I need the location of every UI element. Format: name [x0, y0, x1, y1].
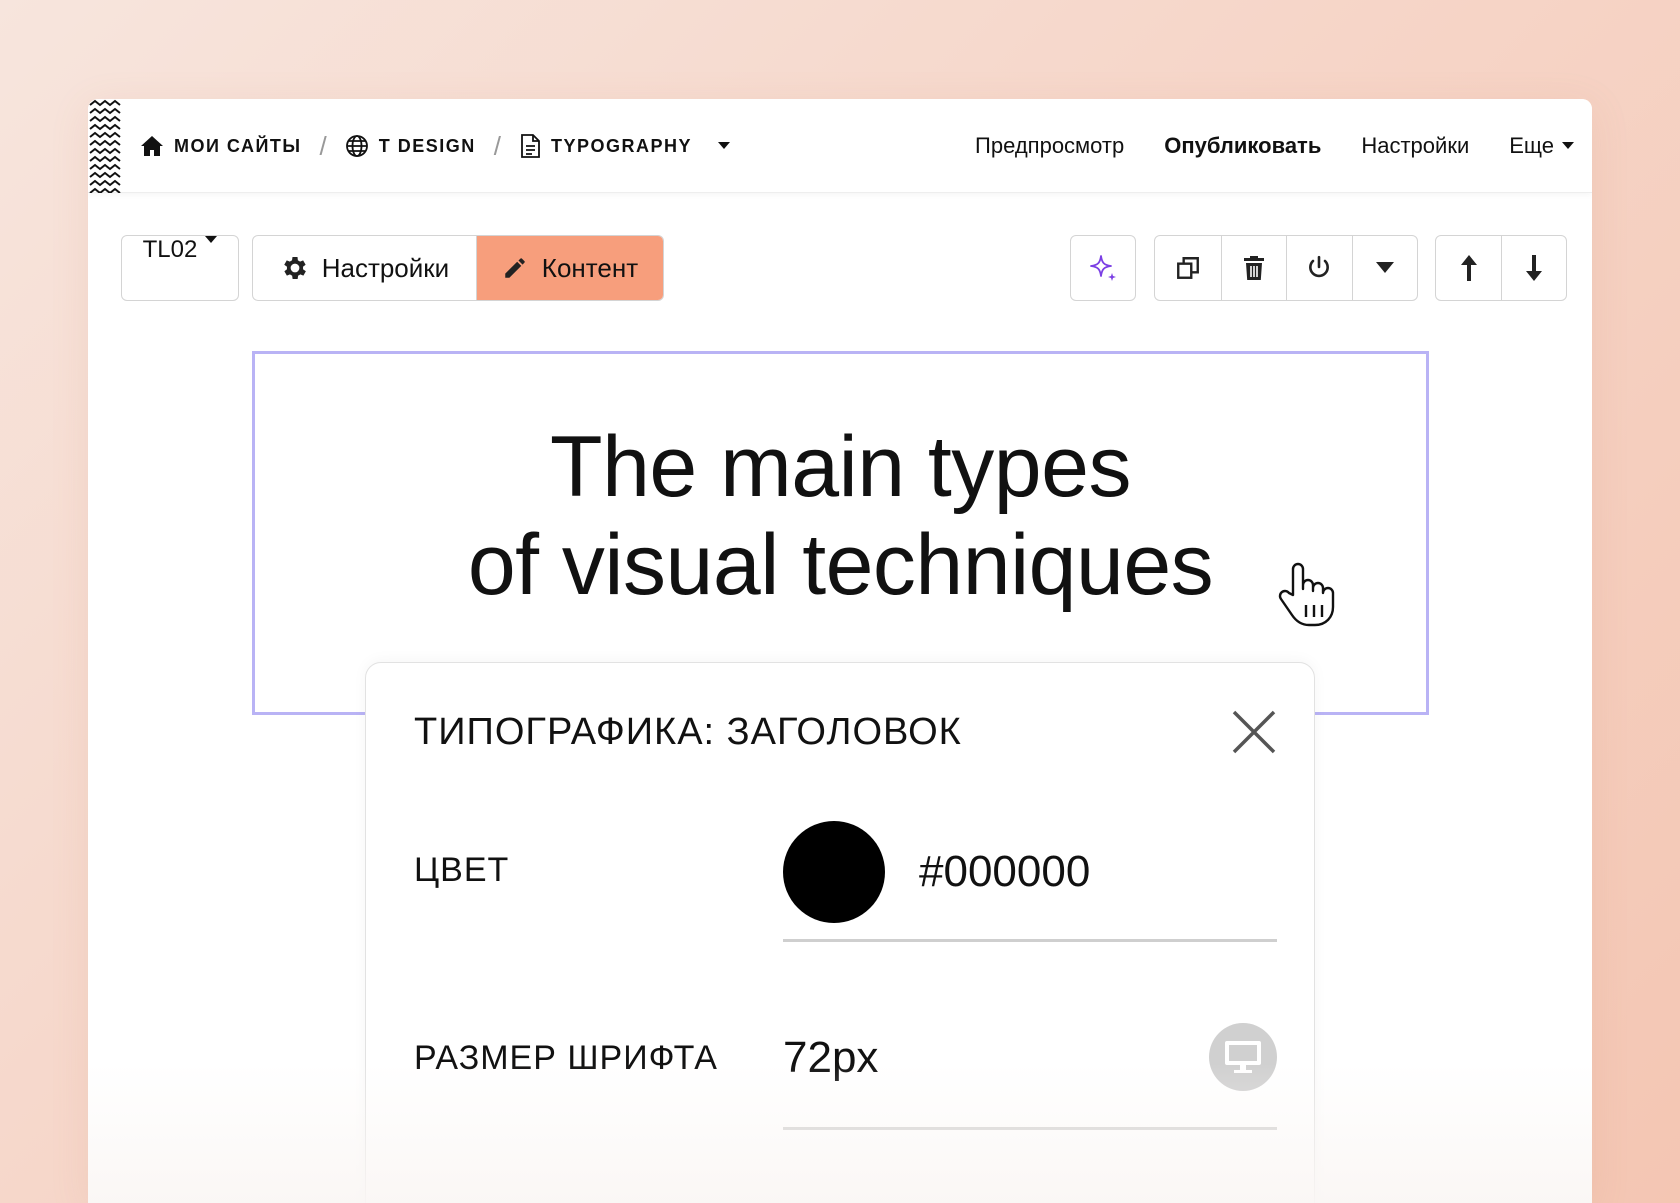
- breadcrumb-site[interactable]: T DESIGN: [345, 134, 476, 158]
- breadcrumb-label: TYPOGRAPHY: [551, 135, 693, 156]
- color-value-field[interactable]: #000000: [919, 847, 1090, 897]
- editor-window: МОИ САЙТЫ / T DESIGN / TYPOGRAPHY Предпр…: [88, 99, 1592, 1203]
- preview-link[interactable]: Предпросмотр: [975, 133, 1124, 159]
- desktop-icon: [1225, 1041, 1261, 1073]
- arrow-down-icon: [1526, 255, 1542, 281]
- font-size-field[interactable]: 72px: [783, 1033, 878, 1083]
- ai-assistant-button[interactable]: [1070, 235, 1136, 301]
- block-content-label: Контент: [541, 252, 639, 283]
- selected-heading-block[interactable]: The main types of visual techniques: [252, 351, 1429, 715]
- device-toggle-button[interactable]: [1209, 1023, 1277, 1091]
- block-code-dropdown[interactable]: TL02: [121, 235, 239, 301]
- breadcrumb-separator: /: [319, 130, 327, 161]
- publish-button[interactable]: Опубликовать: [1164, 133, 1321, 159]
- globe-icon: [345, 135, 368, 157]
- block-settings-label: Настройки: [321, 252, 450, 283]
- font-size-field-underline: [783, 1127, 1277, 1130]
- breadcrumb-page[interactable]: TYPOGRAPHY: [519, 134, 731, 158]
- panel-title: ТИПОГРАФИКА: ЗАГОЛОВОК: [414, 711, 962, 753]
- page-icon: [521, 134, 540, 158]
- font-size-label: РАЗМЕР ШРИФТА: [414, 1039, 718, 1077]
- typography-panel: ТИПОГРАФИКА: ЗАГОЛОВОК ЦВЕТ #000000 РАЗМ…: [365, 662, 1315, 1203]
- ai-sparkle-segment: [1071, 236, 1135, 300]
- breadcrumb-label: МОИ САЙТЫ: [174, 135, 302, 156]
- block-content-button[interactable]: Контент: [475, 236, 663, 300]
- duplicate-button[interactable]: [1155, 236, 1221, 300]
- breadcrumb-my-sites[interactable]: МОИ САЙТЫ: [140, 134, 302, 158]
- power-icon: [1309, 255, 1330, 278]
- more-menu[interactable]: Еще: [1509, 133, 1574, 159]
- gear-icon: [283, 257, 306, 279]
- trash-icon: [1243, 256, 1264, 280]
- more-label: Еще: [1509, 133, 1554, 158]
- breadcrumb-separator: /: [493, 130, 502, 161]
- toggle-visibility-button[interactable]: [1286, 236, 1352, 300]
- chevron-down-icon: [1562, 142, 1574, 149]
- breadcrumb: МОИ САЙТЫ / T DESIGN / TYPOGRAPHY: [140, 99, 731, 193]
- settings-link[interactable]: Настройки: [1361, 133, 1469, 159]
- top-nav: Предпросмотр Опубликовать Настройки Еще: [975, 99, 1574, 193]
- chevron-down-icon: [205, 236, 218, 243]
- close-icon[interactable]: [1231, 709, 1277, 755]
- chevron-down-icon[interactable]: [718, 142, 731, 150]
- top-bar: МОИ САЙТЫ / T DESIGN / TYPOGRAPHY Предпр…: [88, 99, 1592, 193]
- delete-button[interactable]: [1220, 236, 1287, 300]
- zigzag-decoration: [89, 99, 121, 193]
- move-block-group: [1435, 235, 1567, 301]
- heading-line-2: of visual techniques: [467, 517, 1214, 613]
- page-heading[interactable]: The main types of visual techniques: [255, 418, 1426, 614]
- block-mode-group: Настройки Контент: [252, 235, 664, 301]
- color-field-underline: [783, 939, 1277, 942]
- chevron-down-icon: [1375, 262, 1394, 273]
- pencil-icon: [505, 258, 525, 278]
- move-up-button[interactable]: [1436, 236, 1501, 300]
- duplicate-icon: [1176, 257, 1199, 279]
- home-icon: [141, 136, 163, 156]
- more-actions-dropdown[interactable]: [1351, 236, 1418, 300]
- breadcrumb-label: T DESIGN: [378, 135, 476, 156]
- heading-line-1: The main types: [550, 419, 1131, 515]
- color-label: ЦВЕТ: [414, 851, 510, 889]
- block-code-label: TL02: [142, 236, 198, 263]
- hand-cursor-icon: [1278, 562, 1335, 627]
- arrow-up-icon: [1460, 255, 1477, 281]
- move-down-button[interactable]: [1501, 236, 1566, 300]
- block-tools-group: [1154, 235, 1418, 301]
- block-settings-button[interactable]: Настройки: [253, 236, 476, 300]
- sparkle-icon: [1090, 255, 1116, 281]
- color-swatch[interactable]: [783, 821, 885, 923]
